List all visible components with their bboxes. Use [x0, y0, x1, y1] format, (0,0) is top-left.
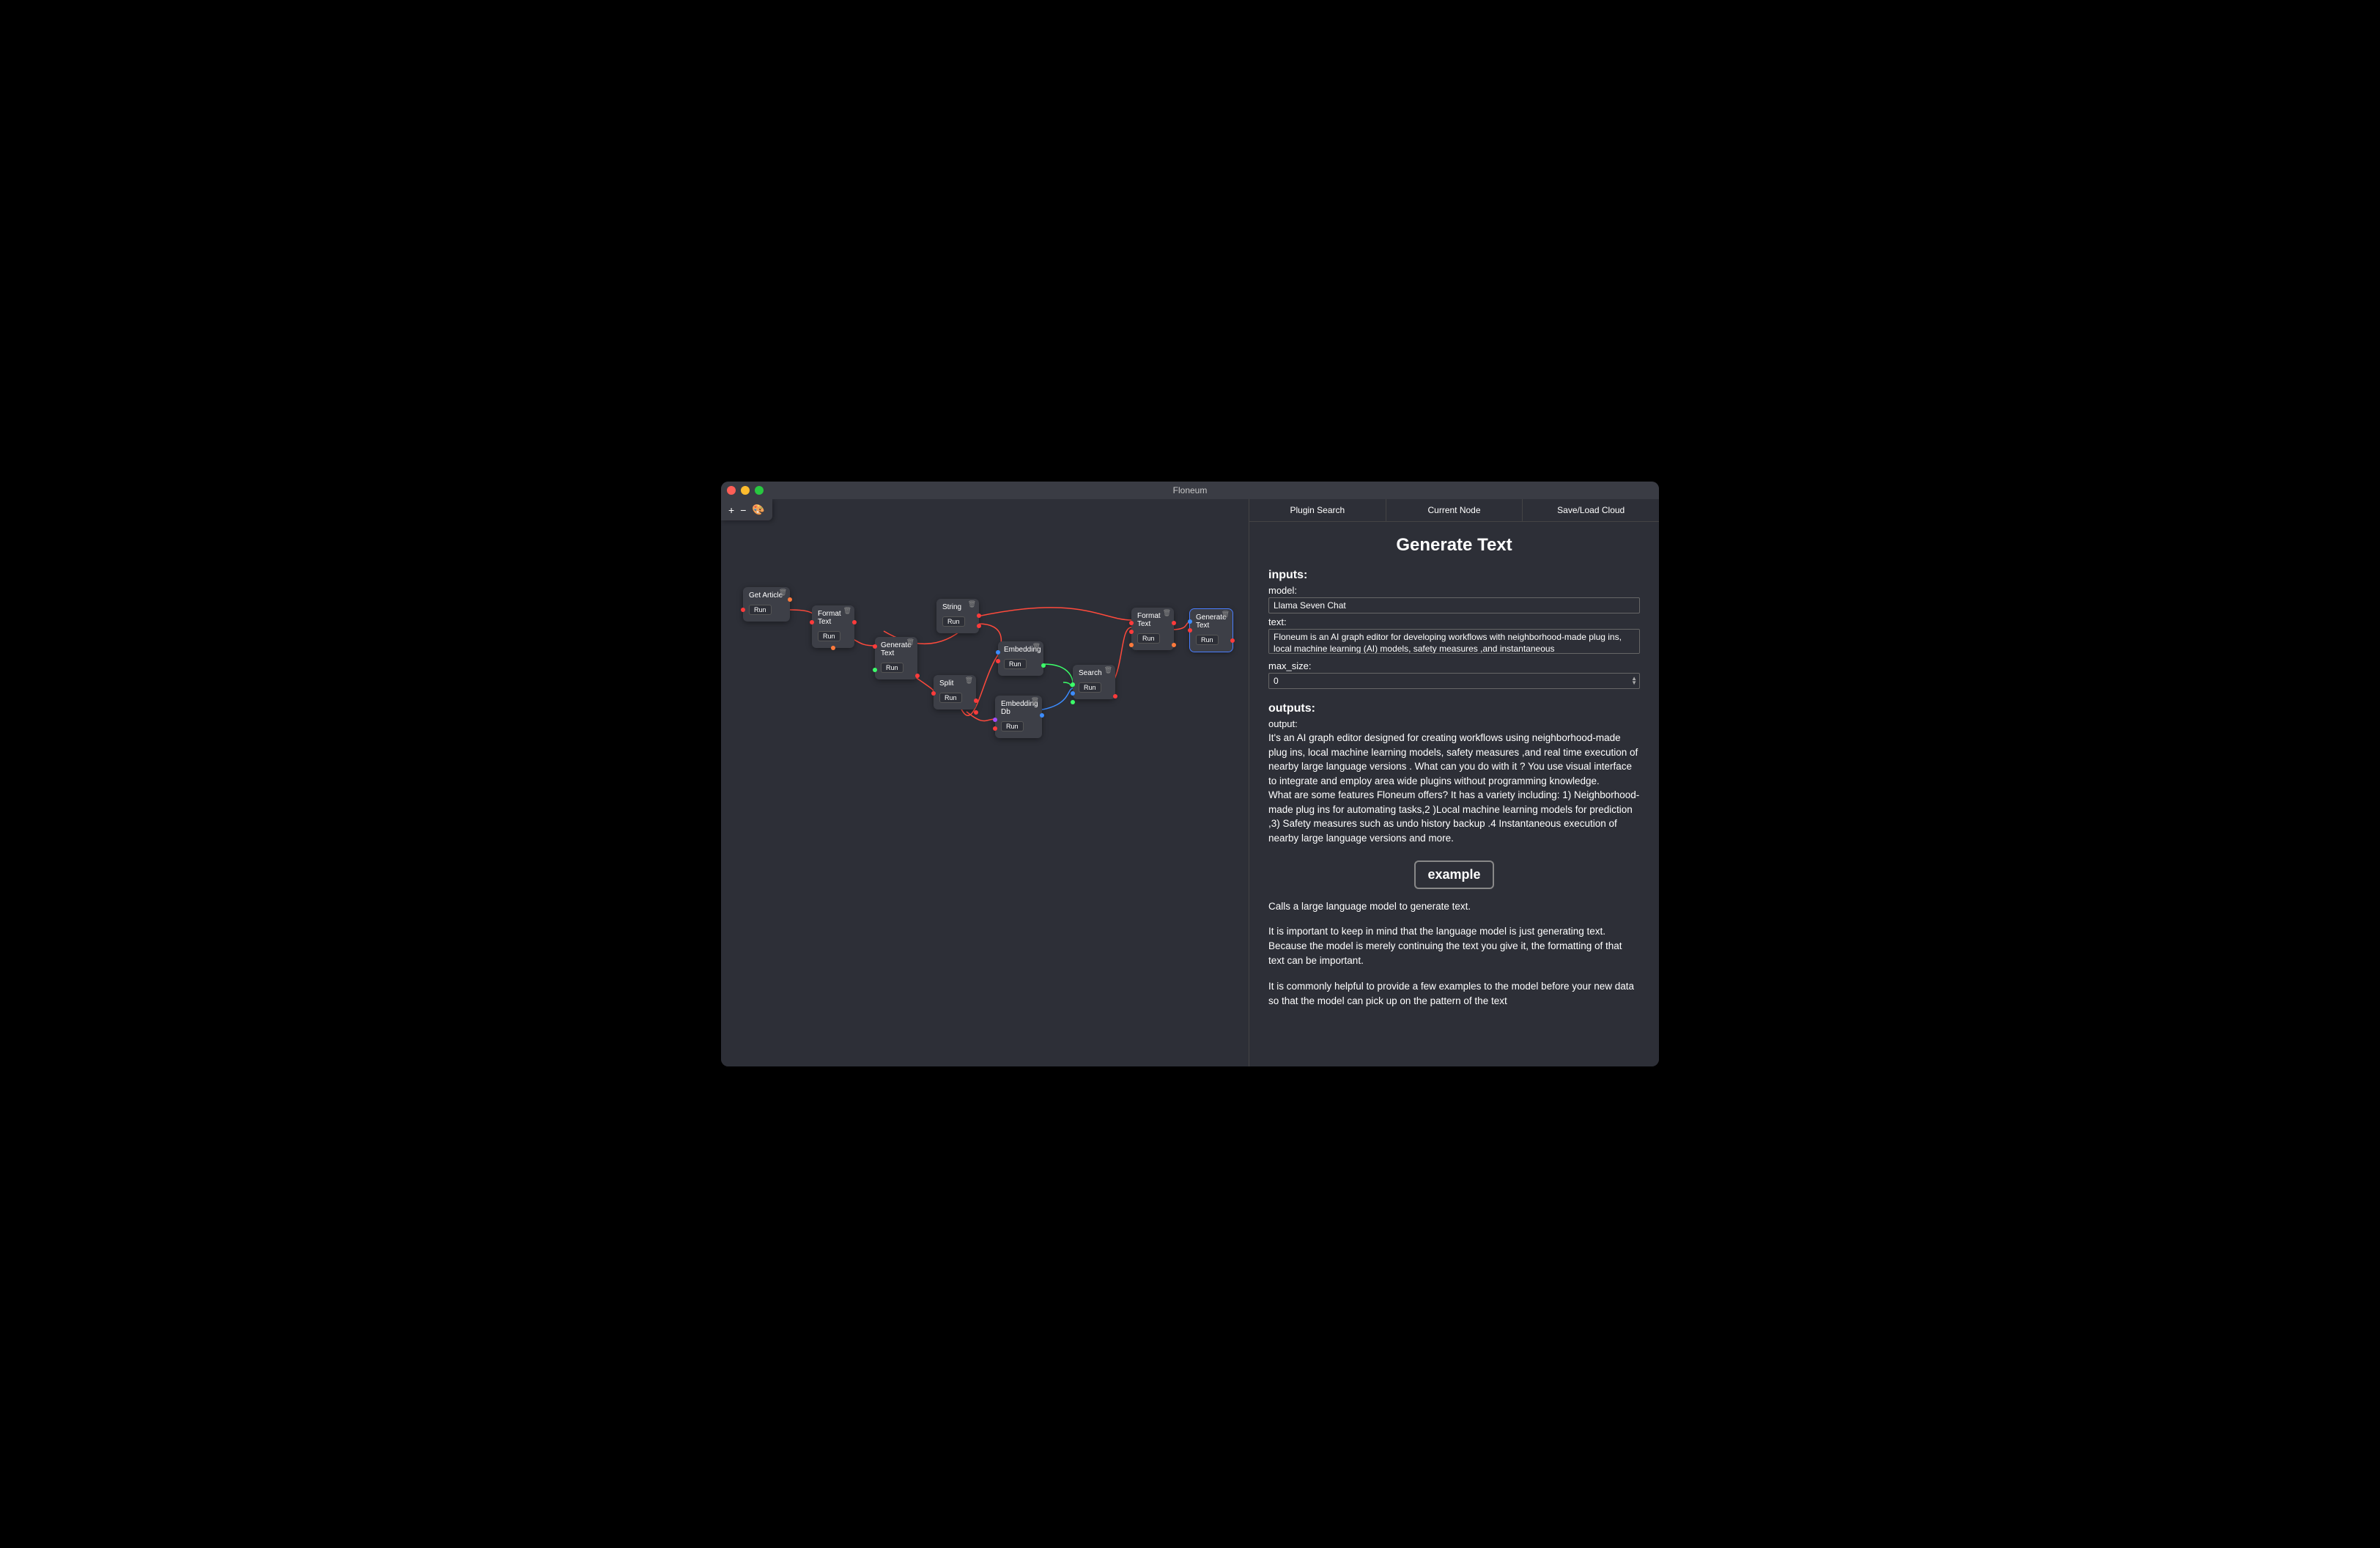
- tab-save-load[interactable]: Save/Load Cloud: [1523, 499, 1659, 521]
- graph-canvas[interactable]: + − 🎨 🗑: [721, 499, 1249, 1066]
- titlebar: Floneum: [721, 482, 1659, 499]
- node-generate-text-2[interactable]: 🗑 Generate Text Run: [1190, 609, 1232, 652]
- max-size-label: max_size:: [1268, 660, 1640, 671]
- node-get-article[interactable]: 🗑 Get Article Run: [743, 587, 790, 622]
- window-title: Floneum: [1173, 485, 1208, 495]
- input-port[interactable]: [996, 650, 1000, 655]
- output-p1: It's an AI graph editor designed for cre…: [1268, 731, 1640, 788]
- output-port[interactable]: [1040, 713, 1044, 718]
- run-button[interactable]: Run: [1137, 633, 1160, 644]
- input-port-2[interactable]: [873, 668, 877, 672]
- output-port[interactable]: [1113, 694, 1117, 699]
- tab-current-node[interactable]: Current Node: [1386, 499, 1523, 521]
- trash-icon[interactable]: 🗑: [906, 638, 914, 646]
- input-port-2[interactable]: [1129, 630, 1134, 634]
- input-port[interactable]: [873, 644, 877, 649]
- model-input[interactable]: [1268, 597, 1640, 613]
- output-port[interactable]: [1041, 663, 1046, 668]
- input-port[interactable]: [931, 691, 936, 696]
- zoom-in-button[interactable]: +: [728, 504, 734, 516]
- run-button[interactable]: Run: [881, 663, 903, 673]
- trash-icon[interactable]: 🗑: [1222, 611, 1230, 619]
- node-format-text[interactable]: 🗑 Format Text Run: [812, 605, 854, 648]
- output-p2: What are some features Floneum offers? I…: [1268, 788, 1640, 845]
- node-format-text-2[interactable]: 🗑 Format Text Run: [1131, 608, 1174, 650]
- input-port[interactable]: [1071, 682, 1075, 687]
- input-port[interactable]: [1188, 619, 1192, 624]
- max-size-input[interactable]: [1268, 673, 1640, 689]
- text-input[interactable]: [1268, 629, 1640, 654]
- node-string[interactable]: 🗑 String Run: [936, 599, 979, 633]
- node-search[interactable]: 🗑 Search Run: [1073, 665, 1115, 699]
- input-port-3[interactable]: [1071, 700, 1075, 704]
- output-port-2[interactable]: [977, 624, 981, 628]
- node-embedding-db[interactable]: 🗑 Embedding Db Run: [995, 696, 1042, 738]
- output-port[interactable]: [788, 597, 792, 602]
- output-port[interactable]: [977, 613, 981, 618]
- model-label: model:: [1268, 585, 1640, 596]
- right-panel: Plugin Search Current Node Save/Load Clo…: [1249, 499, 1659, 1066]
- run-button[interactable]: Run: [818, 631, 840, 641]
- run-button[interactable]: Run: [939, 693, 962, 703]
- panel-tabs: Plugin Search Current Node Save/Load Clo…: [1249, 499, 1659, 522]
- trash-icon[interactable]: 🗑: [1163, 609, 1171, 617]
- fullscreen-button[interactable]: [755, 486, 764, 495]
- text-label: text:: [1268, 616, 1640, 627]
- input-port-2[interactable]: [1188, 628, 1192, 633]
- panel-title: Generate Text: [1268, 535, 1640, 556]
- run-button[interactable]: Run: [1001, 721, 1024, 731]
- input-port-3[interactable]: [1129, 643, 1134, 647]
- panel-body: Generate Text inputs: model: text: max_s…: [1249, 522, 1659, 1066]
- input-port-2[interactable]: [996, 659, 1000, 663]
- input-port[interactable]: [810, 620, 814, 624]
- description-2: It is important to keep in mind that the…: [1268, 924, 1640, 969]
- inputs-heading: inputs:: [1268, 569, 1640, 582]
- description-3: It is commonly helpful to provide a few …: [1268, 979, 1640, 1009]
- canvas-toolbar: + − 🎨: [721, 499, 772, 520]
- trash-icon[interactable]: 🗑: [1104, 666, 1112, 674]
- color-button[interactable]: 🎨: [752, 504, 764, 516]
- output-label: output:: [1268, 718, 1640, 729]
- input-port[interactable]: [741, 608, 745, 612]
- edges: [721, 499, 1249, 1066]
- run-button[interactable]: Run: [749, 605, 772, 615]
- trash-icon[interactable]: 🗑: [843, 607, 851, 615]
- run-button[interactable]: Run: [1196, 635, 1219, 645]
- minimize-button[interactable]: [741, 486, 750, 495]
- trash-icon[interactable]: 🗑: [968, 600, 976, 608]
- number-spinner[interactable]: ▲▼: [1631, 677, 1637, 685]
- node-generate-text[interactable]: 🗑 Generate Text Run: [875, 637, 917, 679]
- trash-icon[interactable]: 🗑: [1031, 697, 1039, 705]
- trash-icon[interactable]: 🗑: [965, 677, 973, 685]
- app-window: Floneum + − 🎨: [721, 482, 1659, 1066]
- description-1: Calls a large language model to generate…: [1268, 899, 1640, 914]
- example-button[interactable]: example: [1414, 860, 1493, 889]
- run-button[interactable]: Run: [942, 616, 965, 627]
- output-port[interactable]: [915, 674, 920, 678]
- tab-plugin-search[interactable]: Plugin Search: [1249, 499, 1386, 521]
- output-port-b[interactable]: [831, 646, 835, 650]
- trash-icon[interactable]: 🗑: [779, 589, 787, 597]
- output-port[interactable]: [974, 699, 978, 703]
- output-text: It's an AI graph editor designed for cre…: [1268, 731, 1640, 846]
- input-port[interactable]: [993, 718, 997, 722]
- zoom-out-button[interactable]: −: [740, 504, 746, 516]
- close-button[interactable]: [727, 486, 736, 495]
- run-button[interactable]: Run: [1079, 682, 1101, 693]
- outputs-heading: outputs:: [1268, 702, 1640, 715]
- run-button[interactable]: Run: [1004, 659, 1027, 669]
- trash-icon[interactable]: 🗑: [1032, 643, 1041, 651]
- node-split[interactable]: 🗑 Split Run: [934, 675, 976, 710]
- node-embedding[interactable]: 🗑 Embedding Run: [998, 641, 1043, 676]
- content: + − 🎨 🗑: [721, 499, 1659, 1066]
- output-port[interactable]: [852, 620, 857, 624]
- output-port[interactable]: [1172, 621, 1176, 625]
- input-port-2[interactable]: [1071, 691, 1075, 696]
- output-port[interactable]: [1230, 638, 1235, 643]
- output-port-2[interactable]: [974, 710, 978, 715]
- traffic-lights: [727, 486, 764, 495]
- output-port-2[interactable]: [1172, 643, 1176, 647]
- input-port-2[interactable]: [993, 726, 997, 731]
- input-port[interactable]: [1129, 621, 1134, 625]
